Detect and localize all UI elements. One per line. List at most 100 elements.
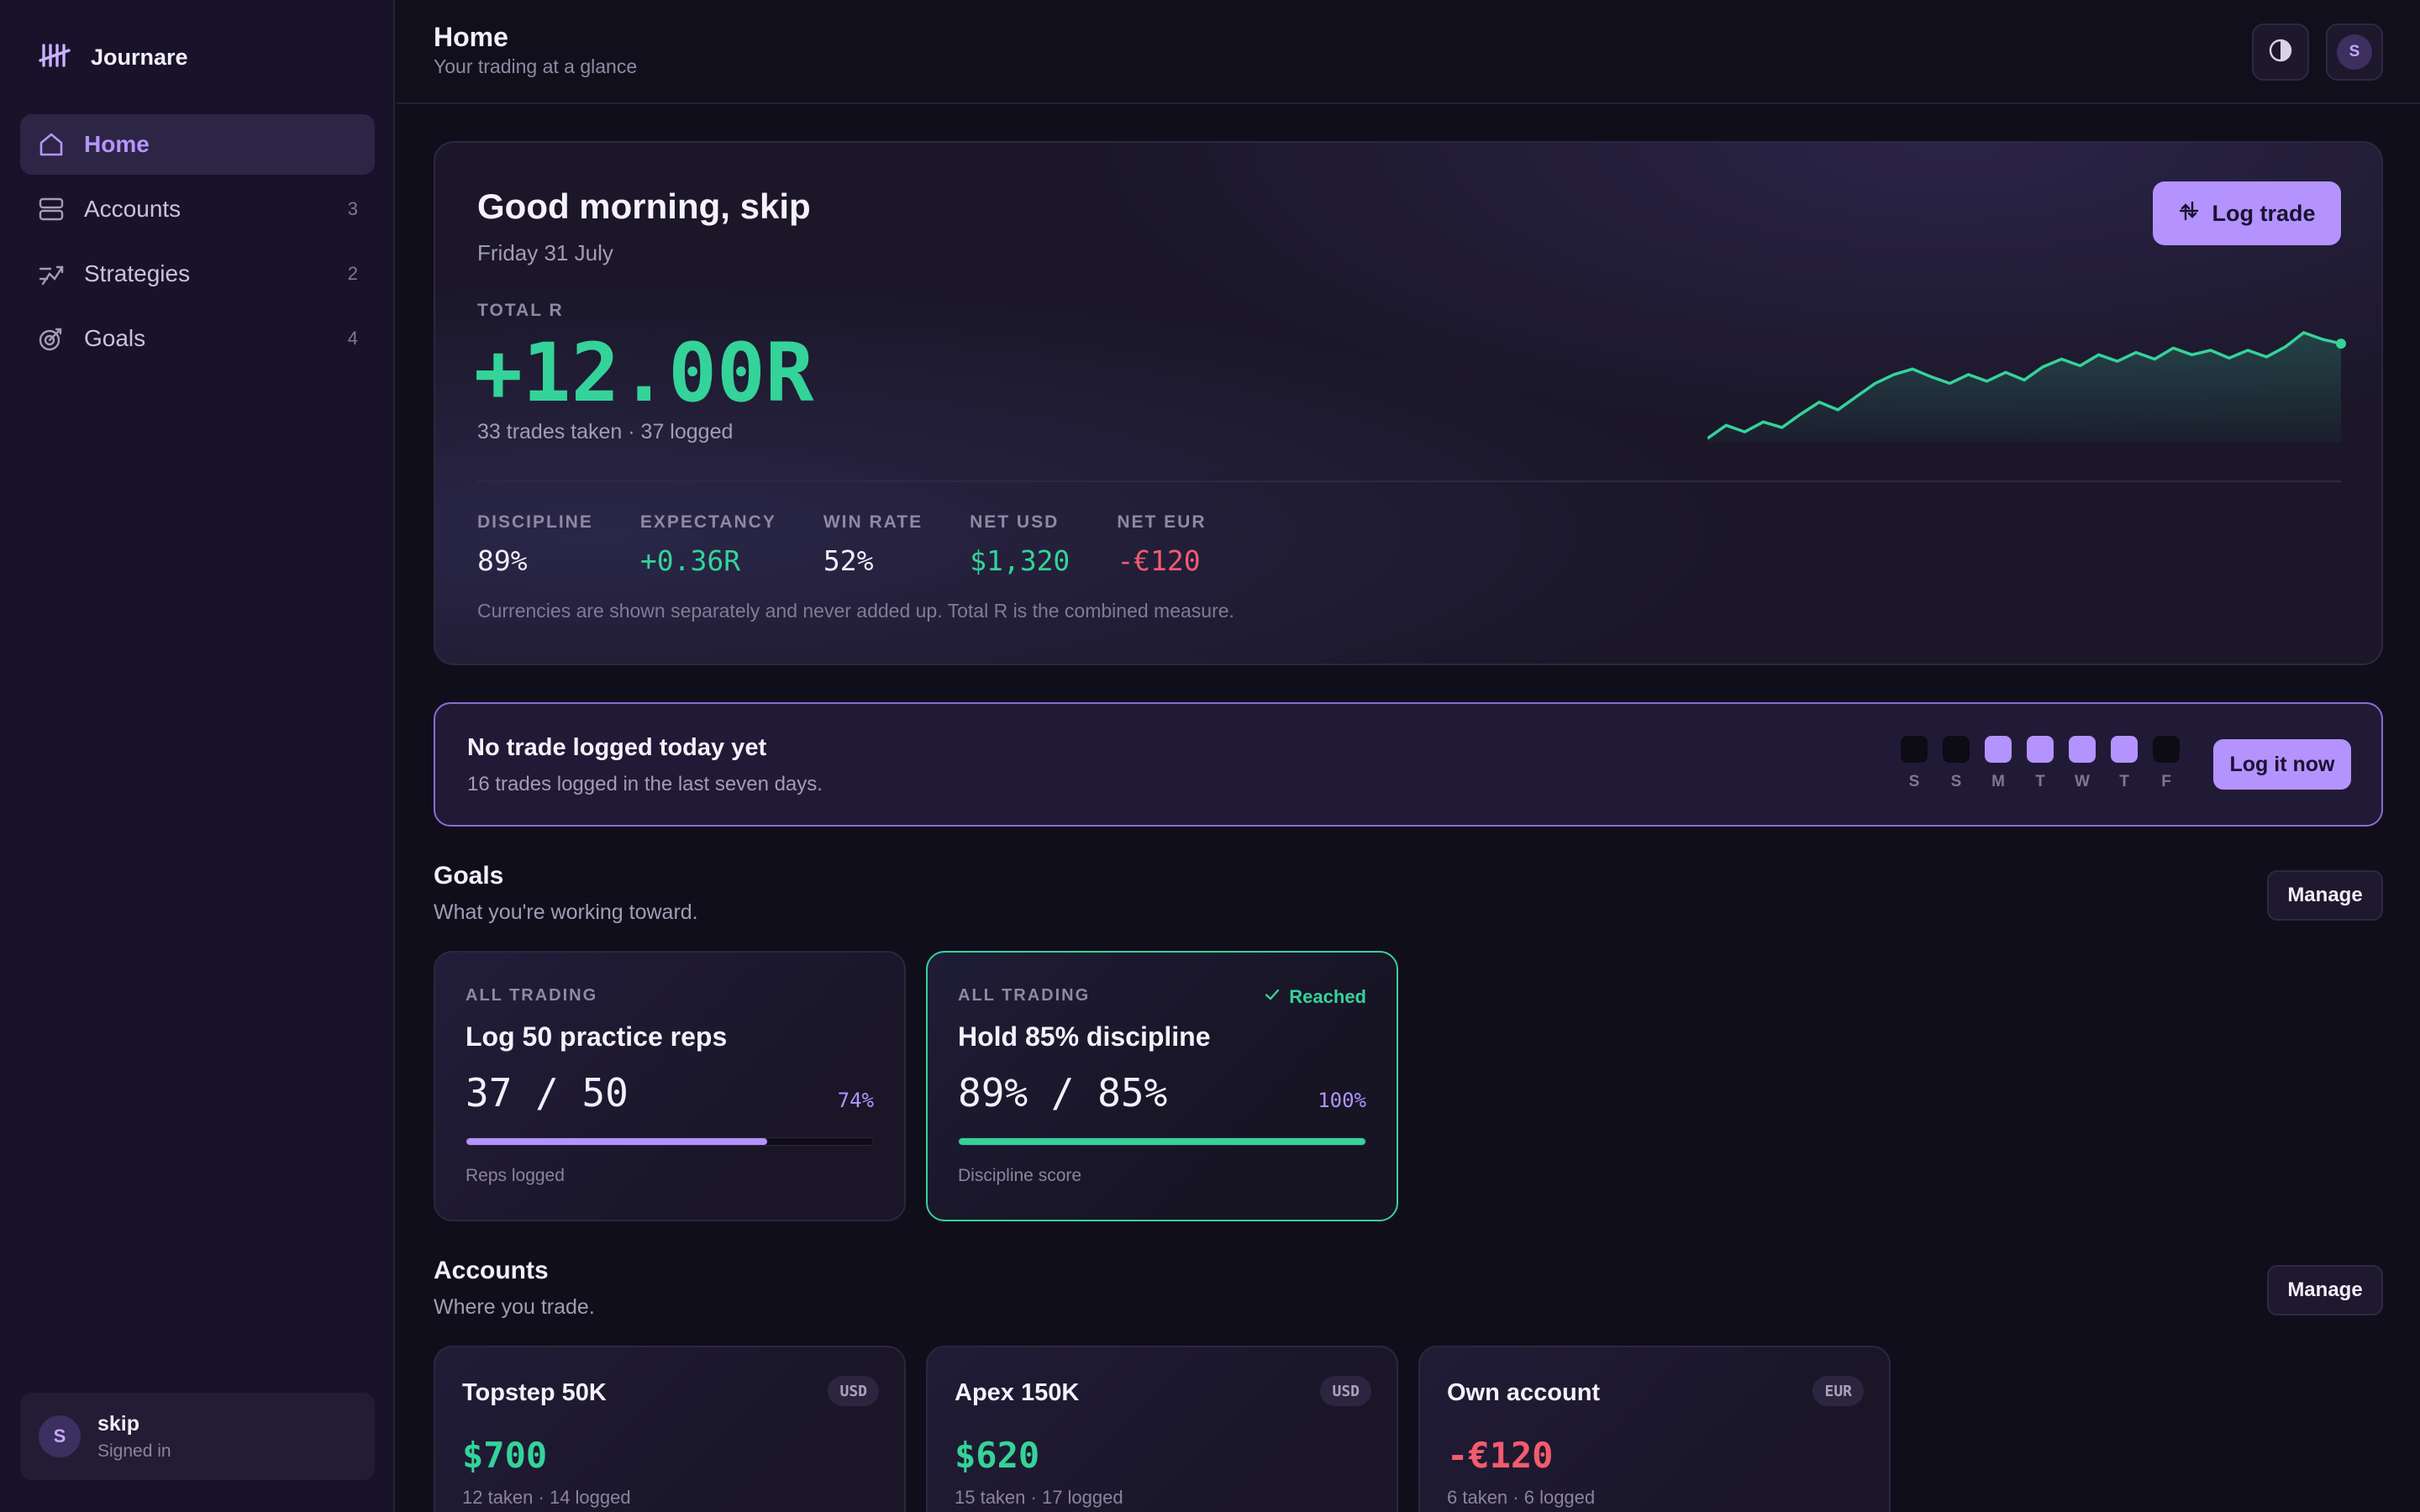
stat-expectancy: EXPECTANCY +0.36R — [640, 512, 776, 577]
currency-badge: USD — [1320, 1376, 1371, 1406]
brand[interactable]: Journare — [39, 42, 188, 73]
summary-card: Good morning, skip Friday 31 July TOTAL … — [434, 141, 2383, 665]
stat-net-usd: NET USD $1,320 — [970, 512, 1070, 577]
sidebar-item-accounts[interactable]: Accounts 3 — [20, 179, 375, 239]
day-indicator: M — [1985, 736, 2012, 791]
trades-summary: 33 trades taken · 37 logged — [477, 420, 734, 444]
stats-row: DISCIPLINE 89% EXPECTANCY +0.36R WIN RAT… — [477, 512, 1254, 577]
database-icon — [37, 195, 66, 223]
sidebar-item-strategies[interactable]: Strategies 2 — [20, 244, 375, 304]
goal-card[interactable]: ALL TRADING Log 50 practice reps 37 / 50… — [434, 951, 906, 1221]
sidebar-item-goals[interactable]: Goals 4 — [20, 308, 375, 369]
goal-progress: 89% / 85% — [958, 1070, 1168, 1116]
day-letter: S — [1950, 773, 1962, 790]
page-title: Home — [434, 22, 508, 52]
stat-value: -€120 — [1117, 544, 1201, 577]
topbar: Home Your trading at a glance S — [397, 0, 2420, 104]
reached-badge: Reached — [1264, 986, 1366, 1008]
goal-scope: ALL TRADING — [466, 986, 598, 1005]
day-empty-box — [1901, 736, 1928, 763]
account-meta: 15 taken · 17 logged — [955, 1487, 1123, 1508]
goal-progress-fill — [959, 1138, 1365, 1145]
day-indicator: T — [2111, 736, 2138, 791]
day-letter: W — [2075, 773, 2090, 790]
goal-percent: 74% — [837, 1089, 874, 1112]
home-icon — [37, 130, 66, 159]
sidebar-item-label: Home — [84, 131, 150, 157]
account-meta: 12 taken · 14 logged — [462, 1487, 631, 1508]
account-menu-button[interactable]: S — [2326, 24, 2383, 81]
app-name: Journare — [91, 45, 188, 70]
reminder-subtitle: 16 trades logged in the last seven days. — [467, 773, 823, 795]
account-balance: $620 — [955, 1435, 1040, 1476]
total-r-label: TOTAL R — [477, 301, 564, 320]
stat-discipline: DISCIPLINE 89% — [477, 512, 593, 577]
goal-title: Hold 85% discipline — [958, 1021, 1211, 1052]
account-card[interactable]: Topstep 50K USD $700 12 taken · 14 logge… — [434, 1346, 906, 1512]
stat-label: DISCIPLINE — [477, 512, 593, 532]
day-letter: T — [2035, 773, 2045, 790]
goal-percent: 100% — [1318, 1089, 1366, 1112]
goal-progress-bar — [958, 1137, 1366, 1146]
reminder-title: No trade logged today yet — [467, 734, 767, 761]
goal-scope: ALL TRADING — [958, 986, 1091, 1005]
sidebar-item-count: 3 — [347, 198, 358, 219]
account-meta: 6 taken · 6 logged — [1447, 1487, 1596, 1508]
user-status: Signed in — [97, 1441, 171, 1461]
day-letter: F — [2161, 773, 2171, 790]
day-indicator: W — [2069, 736, 2096, 791]
week-streak: SSMTWTF — [1901, 736, 2180, 791]
account-card[interactable]: Apex 150K USD $620 15 taken · 17 logged — [926, 1346, 1398, 1512]
theme-toggle-button[interactable] — [2252, 24, 2309, 81]
account-balance: $700 — [462, 1435, 548, 1476]
divider — [477, 480, 2341, 482]
user-name: skip — [97, 1411, 140, 1436]
day-indicator: S — [1943, 736, 1970, 791]
day-letter: M — [1991, 773, 2005, 790]
sidebar: Journare Home Accounts 3 Strategies 2 Go… — [0, 0, 395, 1512]
log-trade-button[interactable]: Log trade — [2153, 181, 2341, 245]
page-subtitle: Your trading at a glance — [434, 55, 638, 77]
day-letter: S — [1908, 773, 1920, 790]
day-logged-box — [2069, 736, 2096, 763]
stat-win-rate: WIN RATE 52% — [823, 512, 923, 577]
manage-goals-button[interactable]: Manage — [2267, 870, 2383, 921]
accounts-section-title: Accounts — [434, 1257, 549, 1284]
stat-label: WIN RATE — [823, 512, 923, 532]
goal-card[interactable]: ALL TRADING Reached Hold 85% discipline … — [926, 951, 1398, 1221]
sparkline-end-dot — [2336, 339, 2346, 349]
account-name: Topstep 50K — [462, 1379, 607, 1406]
stat-label: EXPECTANCY — [639, 512, 776, 532]
stat-label: NET USD — [970, 512, 1060, 532]
goal-caption: Reps logged — [466, 1166, 565, 1185]
sidebar-item-count: 2 — [347, 263, 358, 284]
account-card[interactable]: Own account EUR -€120 6 taken · 6 logged — [1418, 1346, 1891, 1512]
sidebar-item-label: Strategies — [84, 260, 191, 286]
goals-section-title: Goals — [434, 862, 504, 890]
avatar: S — [2337, 34, 2372, 70]
stat-value: $1,320 — [970, 544, 1071, 577]
day-logged-box — [2111, 736, 2138, 763]
target-icon — [37, 324, 66, 353]
sidebar-item-home[interactable]: Home — [20, 114, 375, 175]
account-balance: -€120 — [1447, 1435, 1554, 1476]
manage-accounts-button[interactable]: Manage — [2267, 1265, 2383, 1315]
goal-progress-bar — [466, 1137, 874, 1146]
check-icon — [1264, 986, 1281, 1008]
current-date: Friday 31 July — [477, 240, 613, 265]
goal-caption: Discipline score — [958, 1166, 1082, 1185]
sidebar-item-label: Accounts — [84, 196, 182, 222]
reached-label: Reached — [1289, 986, 1366, 1007]
user-card[interactable]: S skip Signed in — [20, 1393, 375, 1480]
equity-sparkline — [1707, 331, 2346, 442]
goal-title: Log 50 practice reps — [466, 1021, 728, 1052]
day-empty-box — [1943, 736, 1970, 763]
account-name: Apex 150K — [955, 1379, 1080, 1406]
goal-progress-fill — [466, 1138, 768, 1145]
log-it-now-button[interactable]: Log it now — [2213, 739, 2351, 790]
tally-logo-icon — [39, 42, 72, 73]
day-logged-box — [1985, 736, 2012, 763]
stat-net-eur: NET EUR -€120 — [1117, 512, 1206, 577]
sparkline-area — [1707, 333, 2341, 442]
greeting: Good morning, skip — [477, 186, 811, 226]
